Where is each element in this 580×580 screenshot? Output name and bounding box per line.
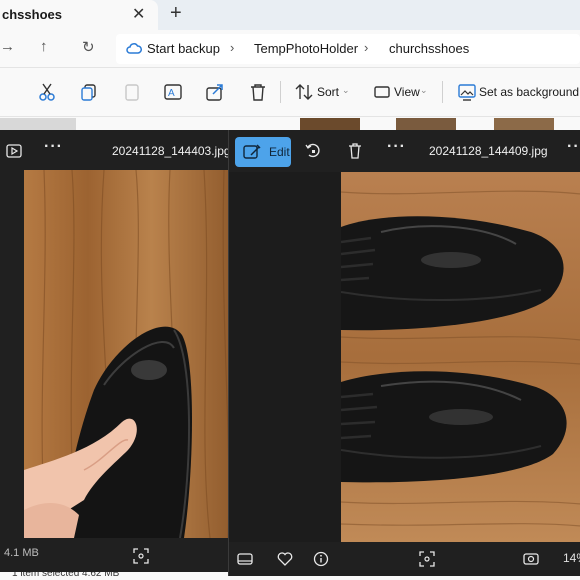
tab-bar: chsshoes ✕ + [0,0,580,30]
fit-to-window-icon[interactable] [419,551,435,567]
chevron-down-icon: ⌄ [342,85,350,95]
address-bar-row: → ↑ ↻ Start backup › TempPhotoHolder › c… [0,30,580,68]
crumb-churchsshoes[interactable]: churchsshoes [389,41,469,56]
sort-button[interactable]: Sort [317,85,339,99]
edit-button[interactable]: Edit [235,137,291,167]
thumbnail[interactable] [396,118,456,130]
delete-icon[interactable] [247,81,269,103]
more-options-icon[interactable]: ··· [387,138,406,156]
filmstrip-icon[interactable] [237,551,253,567]
divider [442,81,443,103]
more-options-icon[interactable]: ··· [44,138,63,156]
forward-arrow-icon[interactable]: → [0,38,15,55]
set-background-button[interactable]: Set as background [479,85,579,99]
view-button[interactable]: View [394,85,420,99]
rotate-icon[interactable] [305,143,321,159]
viewer-toolbar: ··· 20241128_144403.jpg [0,130,236,172]
photo-image [341,172,580,542]
cut-icon[interactable] [36,81,58,103]
actual-size-icon[interactable] [523,551,539,567]
divider [280,81,281,103]
thumbnail[interactable] [494,118,554,130]
crumb-tempphotoholder[interactable]: TempPhotoHolder [254,41,358,56]
copy-icon[interactable] [78,81,100,103]
file-size: 4.1 MB [4,547,39,559]
tab-title: chsshoes [2,7,62,22]
viewer-bottom-bar: 4.1 MB [0,538,236,572]
breadcrumb[interactable]: Start backup › TempPhotoHolder › churchs… [116,34,580,64]
command-bar: A Sort ⌄ View ⌄ Set as background [0,69,580,117]
photo-viewer-right: Edit ··· 20241128_144409.jpg ··· [228,130,580,576]
fit-to-window-icon[interactable] [133,548,149,564]
viewer-side-panel [229,172,341,542]
new-tab-icon[interactable]: + [170,2,182,25]
up-arrow-icon[interactable]: ↑ [40,38,48,55]
view-icon[interactable] [371,81,393,103]
svg-text:A: A [168,88,175,99]
more-options-icon[interactable]: ··· [567,138,580,156]
viewer-filename: 20241128_144403.jpg [112,144,231,158]
thumbnail[interactable] [0,118,76,130]
thumbnail[interactable] [300,118,360,130]
crumb-start-backup[interactable]: Start backup [147,41,220,56]
delete-icon[interactable] [347,143,363,159]
chevron-down-icon: ⌄ [420,85,428,95]
close-tab-icon[interactable]: ✕ [132,4,145,24]
edit-label: Edit [269,145,290,159]
rename-icon[interactable]: A [162,81,184,103]
refresh-icon[interactable]: ↻ [82,38,95,56]
photo-image [24,170,236,538]
viewer-filename: 20241128_144409.jpg [429,144,548,158]
photo-viewer-left: ··· 20241128_144403.jpg 4.1 MB [0,130,236,572]
wallpaper-icon[interactable] [456,81,478,103]
chevron-right-icon: › [364,40,369,55]
paste-icon [121,81,143,103]
sort-icon[interactable] [293,81,315,103]
info-icon[interactable] [313,551,329,567]
edit-image-icon [243,144,261,160]
chevron-right-icon: › [230,40,235,55]
zoom-level[interactable]: 14% [563,551,580,565]
share-icon[interactable] [204,81,226,103]
slideshow-icon[interactable] [6,143,22,159]
favorite-heart-icon[interactable] [277,551,293,567]
folder-tab[interactable]: chsshoes ✕ [0,0,158,30]
viewer-bottom-bar: 14% [229,542,580,576]
viewer-toolbar: Edit ··· 20241128_144409.jpg ··· [229,130,580,172]
cloud-backup-icon [126,42,142,56]
